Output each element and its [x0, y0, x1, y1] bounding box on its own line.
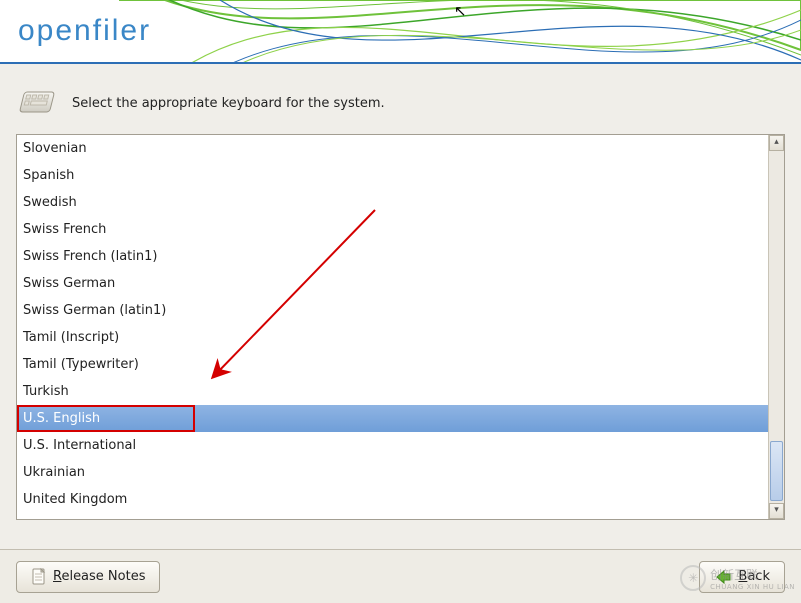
scroll-track[interactable] — [769, 151, 784, 503]
prompt-row: Select the appropriate keyboard for the … — [16, 86, 785, 120]
list-item[interactable]: Swiss French (latin1) — [17, 243, 768, 270]
list-item[interactable]: Slovenian — [17, 135, 768, 162]
release-notes-button[interactable]: Release Notes — [16, 561, 160, 593]
watermark-line1: 创新互联 — [710, 566, 795, 583]
list-item[interactable]: U.S. English — [17, 405, 768, 432]
list-item[interactable]: Ukrainian — [17, 459, 768, 486]
list-item[interactable]: Swiss German (latin1) — [17, 297, 768, 324]
list-item[interactable]: Turkish — [17, 378, 768, 405]
main-content: Select the appropriate keyboard for the … — [0, 64, 801, 520]
list-item[interactable]: Swiss German — [17, 270, 768, 297]
scrollbar[interactable]: ▴ ▾ — [768, 135, 784, 519]
scroll-up-button[interactable]: ▴ — [769, 135, 784, 151]
document-icon — [31, 568, 47, 586]
scroll-thumb[interactable] — [770, 441, 783, 501]
list-item[interactable]: United Kingdom — [17, 486, 768, 513]
list-item[interactable]: Swedish — [17, 189, 768, 216]
list-item[interactable]: Spanish — [17, 162, 768, 189]
header: openfiler — [0, 0, 801, 64]
brand-logo: openfiler — [18, 14, 151, 48]
list-item[interactable]: U.S. International — [17, 432, 768, 459]
watermark: ✳ 创新互联 CHUANG XIN HU LIAN — [680, 565, 795, 591]
scroll-down-button[interactable]: ▾ — [769, 503, 784, 519]
keyboard-listbox[interactable]: SlovenianSpanishSwedishSwiss FrenchSwiss… — [16, 134, 785, 520]
watermark-badge-icon: ✳ — [680, 565, 706, 591]
prompt-text: Select the appropriate keyboard for the … — [72, 96, 385, 111]
release-notes-label: Release Notes — [53, 569, 145, 584]
watermark-line2: CHUANG XIN HU LIAN — [710, 583, 795, 591]
list-item[interactable]: Tamil (Typewriter) — [17, 351, 768, 378]
keyboard-icon — [16, 86, 60, 120]
list-item[interactable]: Swiss French — [17, 216, 768, 243]
list-item[interactable]: Tamil (Inscript) — [17, 324, 768, 351]
